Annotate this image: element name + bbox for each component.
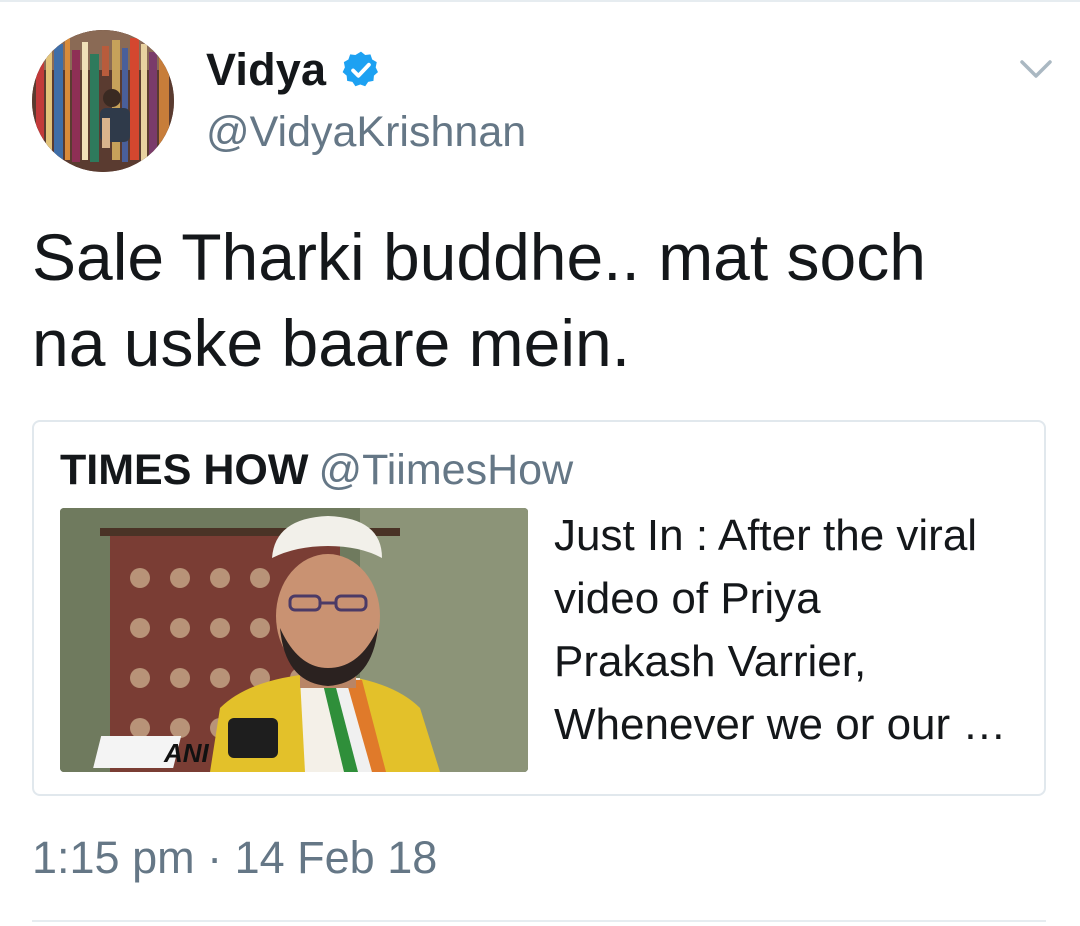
verified-badge-icon xyxy=(340,49,382,91)
bottom-divider xyxy=(32,920,1046,922)
chevron-down-icon[interactable] xyxy=(1014,52,1058,88)
quoted-media-thumbnail[interactable]: ANI xyxy=(60,508,528,772)
bookstore-photo-avatar-icon xyxy=(32,30,174,172)
tweet-text-line: Sale Tharki buddhe.. mat soch xyxy=(32,220,926,294)
ani-watermark: ANI xyxy=(163,738,210,768)
quoted-tweet-text: Just In : After the viral video of Priya… xyxy=(554,504,1034,756)
tweet-text: Sale Tharki buddhe.. mat soch na uske ba… xyxy=(32,214,1042,386)
tweet-text-line: na uske baare mein. xyxy=(32,306,631,380)
quoted-handle: @TiimesHow xyxy=(318,446,574,494)
quoted-tweet-card[interactable]: TIMES HOW @TiimesHow ANI Just In: After… xyxy=(32,420,1046,796)
author-name-row: Vidya xyxy=(206,42,382,98)
author-handle[interactable]: @VidyaKrishnan xyxy=(206,108,526,157)
news-photo-thumbnail-icon: ANI xyxy=(60,508,528,772)
quoted-display-name: TIMES HOW xyxy=(60,446,309,494)
quoted-text-line: Prakash Varrier, xyxy=(554,637,867,686)
quoted-text-line: Just In : After the viral xyxy=(554,511,978,560)
top-divider xyxy=(0,0,1080,2)
quoted-text-line: video of Priya xyxy=(554,574,821,623)
quoted-text-line: Whenever we or our … xyxy=(554,700,1007,749)
author-avatar[interactable] xyxy=(32,30,174,172)
quoted-tweet-header: TIMES HOW @TiimesHow xyxy=(60,446,573,495)
author-display-name[interactable]: Vidya xyxy=(206,44,326,96)
tweet-timestamp[interactable]: 1:15 pm · 14 Feb 18 xyxy=(32,832,437,884)
